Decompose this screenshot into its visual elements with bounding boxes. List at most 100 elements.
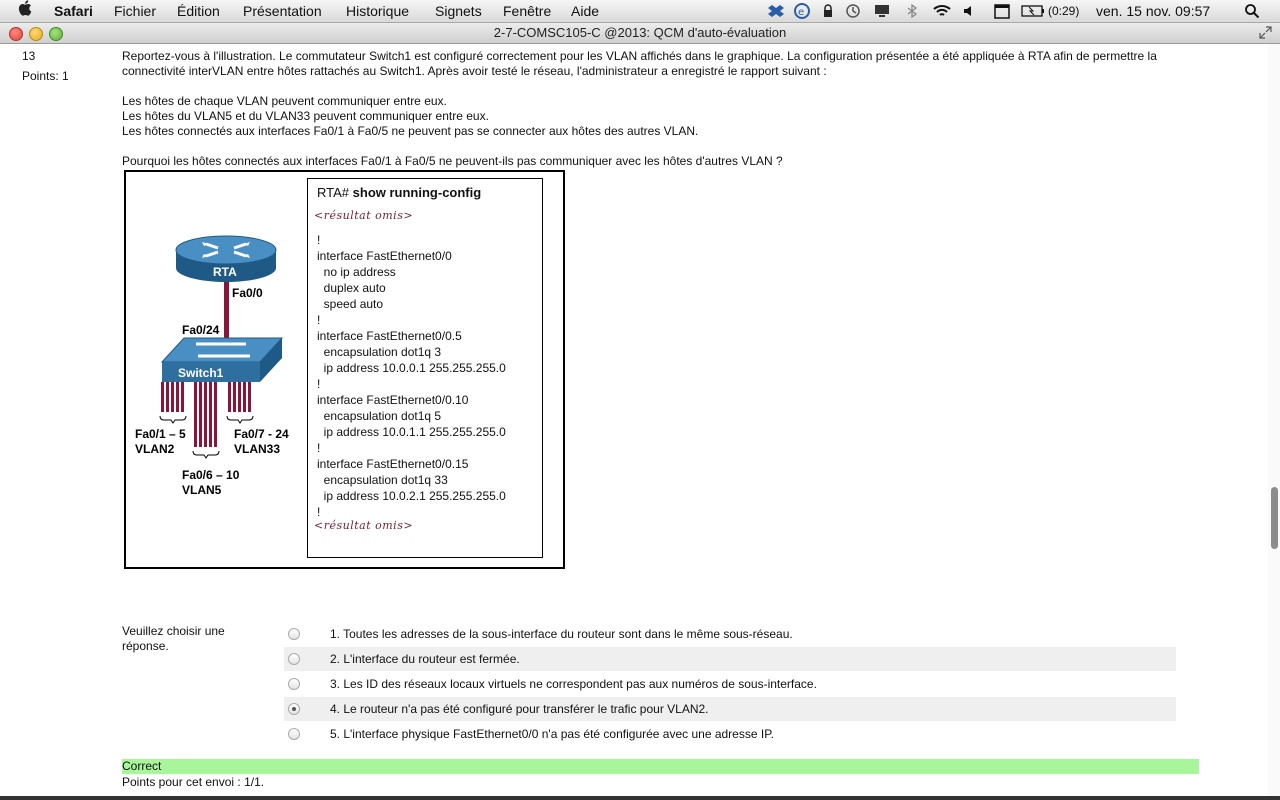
vlan33-label: VLAN33 xyxy=(234,442,280,456)
answer-radio-4[interactable] xyxy=(288,703,300,715)
config-line: encapsulation dot1q 5 xyxy=(317,409,442,423)
config-line: ! xyxy=(317,377,321,391)
menu-signets[interactable]: Signets xyxy=(435,0,482,22)
config-line: ! xyxy=(317,441,321,455)
menu-fichier[interactable]: Fichier xyxy=(114,0,156,22)
question-text: Reportez-vous à l'illustration. Le commu… xyxy=(122,49,1192,169)
config-line: ! xyxy=(317,505,321,519)
time-machine-icon[interactable] xyxy=(845,3,861,19)
vlan2-ports-label: Fa0/1 – 5 xyxy=(135,427,186,441)
battery-time[interactable]: (0:29) xyxy=(1048,0,1079,22)
network-figure: RTA Fa0/0 Fa0/24 Switch1 Fa0/1 – 5 VLAN2… xyxy=(124,170,565,569)
answer-label-1[interactable]: 1. Toutes les adresses de la sous-interf… xyxy=(330,627,793,641)
svg-text:e: e xyxy=(798,7,804,18)
vlan5-ports-label: Fa0/6 – 10 xyxy=(182,468,240,482)
fullscreen-icon[interactable] xyxy=(1259,26,1272,39)
config-line: ! xyxy=(317,233,321,247)
port-bundle-vlan33 xyxy=(228,382,251,412)
menu-aide[interactable]: Aide xyxy=(571,0,599,22)
question-intro: Reportez-vous à l'illustration. Le commu… xyxy=(122,49,1157,78)
volume-icon[interactable] xyxy=(962,3,978,19)
answer-option-4[interactable]: 4. Le routeur n'a pas été configuré pour… xyxy=(284,697,1176,721)
feedback-correct-bar: Correct xyxy=(122,759,1199,774)
report-line: Les hôtes connectés aux interfaces Fa0/1… xyxy=(122,124,699,138)
running-config-box: RTA# show running-config <résultat omis>… xyxy=(307,178,543,558)
config-line: encapsulation dot1q 33 xyxy=(317,473,448,487)
report-line: Les hôtes du VLAN5 et du VLAN33 peuvent … xyxy=(122,109,489,123)
config-line: ip address 10.0.1.1 255.255.255.0 xyxy=(317,425,506,439)
display-icon[interactable] xyxy=(874,3,890,19)
spotlight-icon[interactable] xyxy=(1244,3,1260,19)
apple-icon[interactable] xyxy=(18,0,32,23)
config-line: interface FastEthernet0/0.10 xyxy=(317,393,469,407)
menu-historique[interactable]: Historique xyxy=(346,0,409,22)
config-line: interface FastEthernet0/0 xyxy=(317,249,452,263)
menu-edition[interactable]: Édition xyxy=(177,0,220,22)
topology-diagram: RTA Fa0/0 Fa0/24 Switch1 Fa0/1 – 5 VLAN2… xyxy=(135,235,289,497)
zoom-window-button[interactable] xyxy=(49,27,63,41)
menu-bar: Safari Fichier Édition Présentation Hist… xyxy=(0,0,1280,23)
port-bundle-vlan5 xyxy=(194,382,217,447)
window-title-bar: 2-7-COMSC105-C @2013: QCM d'auto-évaluat… xyxy=(0,23,1280,44)
wifi-icon[interactable] xyxy=(932,3,952,19)
vpn-icon[interactable] xyxy=(820,3,836,19)
menu-safari[interactable]: Safari xyxy=(54,0,93,22)
switch-uplink-label: Fa0/24 xyxy=(182,323,220,337)
config-command-text: show running-config xyxy=(352,185,482,200)
config-line: ! xyxy=(317,313,321,327)
answer-radio-5[interactable] xyxy=(288,728,300,740)
answer-radio-2[interactable] xyxy=(288,653,300,665)
answer-option-5[interactable]: 5. L'interface physique FastEthernet0/0 … xyxy=(284,722,1176,746)
answer-label-4[interactable]: 4. Le routeur n'a pas été configuré pour… xyxy=(330,702,709,716)
router-port-label: Fa0/0 xyxy=(232,286,263,300)
port-bundle-vlan2 xyxy=(161,382,184,412)
answer-option-2[interactable]: 2. L'interface du routeur est fermée. xyxy=(284,647,1176,671)
question-number: 13 xyxy=(22,49,36,63)
router-label: RTA xyxy=(213,265,237,279)
question-points: Points: 1 xyxy=(22,69,69,83)
vlan33-ports-label: Fa0/7 - 24 xyxy=(234,427,289,441)
vertical-scrollbar[interactable] xyxy=(1268,44,1280,796)
report-line: Les hôtes de chaque VLAN peuvent communi… xyxy=(122,94,447,108)
answer-radio-3[interactable] xyxy=(288,678,300,690)
question-prompt: Pourquoi les hôtes connectés aux interfa… xyxy=(122,154,783,168)
dropbox-icon[interactable] xyxy=(768,3,784,19)
config-line: speed auto xyxy=(317,297,384,311)
calendar-icon[interactable] xyxy=(994,3,1010,19)
answer-option-1[interactable]: 1. Toutes les adresses de la sous-interf… xyxy=(284,622,1176,646)
answer-label-5[interactable]: 5. L'interface physique FastEthernet0/0 … xyxy=(330,727,774,741)
minimize-window-button[interactable] xyxy=(29,27,43,41)
answer-radio-1[interactable] xyxy=(288,628,300,640)
config-command: RTA# show running-config xyxy=(317,185,481,200)
answer-prompt: Veuillez choisir une réponse. xyxy=(122,624,225,653)
router-switch-link xyxy=(224,282,229,338)
config-line: interface FastEthernet0/0.5 xyxy=(317,329,462,343)
answer-option-3[interactable]: 3. Les ID des réseaux locaux virtuels ne… xyxy=(284,672,1176,696)
battery-icon[interactable] xyxy=(1021,3,1045,19)
answer-label-3[interactable]: 3. Les ID des réseaux locaux virtuels ne… xyxy=(330,677,817,691)
switch-label: Switch1 xyxy=(178,366,224,380)
menu-fenetre[interactable]: Fenêtre xyxy=(503,0,551,22)
vlan5-label: VLAN5 xyxy=(182,483,222,497)
config-line: encapsulation dot1q 3 xyxy=(317,345,442,359)
config-omitted-bottom: <résultat omis> xyxy=(314,519,414,532)
points-message: Points pour cet envoi : 1/1. xyxy=(122,775,265,789)
feedback-status: Correct xyxy=(122,759,162,773)
config-line: ip address 10.0.2.1 255.255.255.0 xyxy=(317,489,506,503)
menu-presentation[interactable]: Présentation xyxy=(243,0,322,22)
vlan2-label: VLAN2 xyxy=(135,442,175,456)
config-prompt: RTA# xyxy=(317,185,353,200)
evernote-icon[interactable]: e xyxy=(794,3,810,19)
window-title: 2-7-COMSC105-C @2013: QCM d'auto-évaluat… xyxy=(493,25,787,40)
clock[interactable]: ven. 15 nov. 09:57 xyxy=(1096,0,1210,22)
answer-label-2[interactable]: 2. L'interface du routeur est fermée. xyxy=(330,652,520,666)
config-omitted-top: <résultat omis> xyxy=(314,209,414,222)
scrollbar-thumb[interactable] xyxy=(1271,487,1278,549)
config-line: duplex auto xyxy=(317,281,386,295)
page-content: 13 Points: 1 Reportez-vous à l'illustrat… xyxy=(0,44,1268,796)
window-bottom-edge xyxy=(0,796,1280,800)
config-line: no ip address xyxy=(317,265,396,279)
close-window-button[interactable] xyxy=(9,27,23,41)
bluetooth-icon[interactable] xyxy=(904,3,920,19)
config-line: interface FastEthernet0/0.15 xyxy=(317,457,469,471)
